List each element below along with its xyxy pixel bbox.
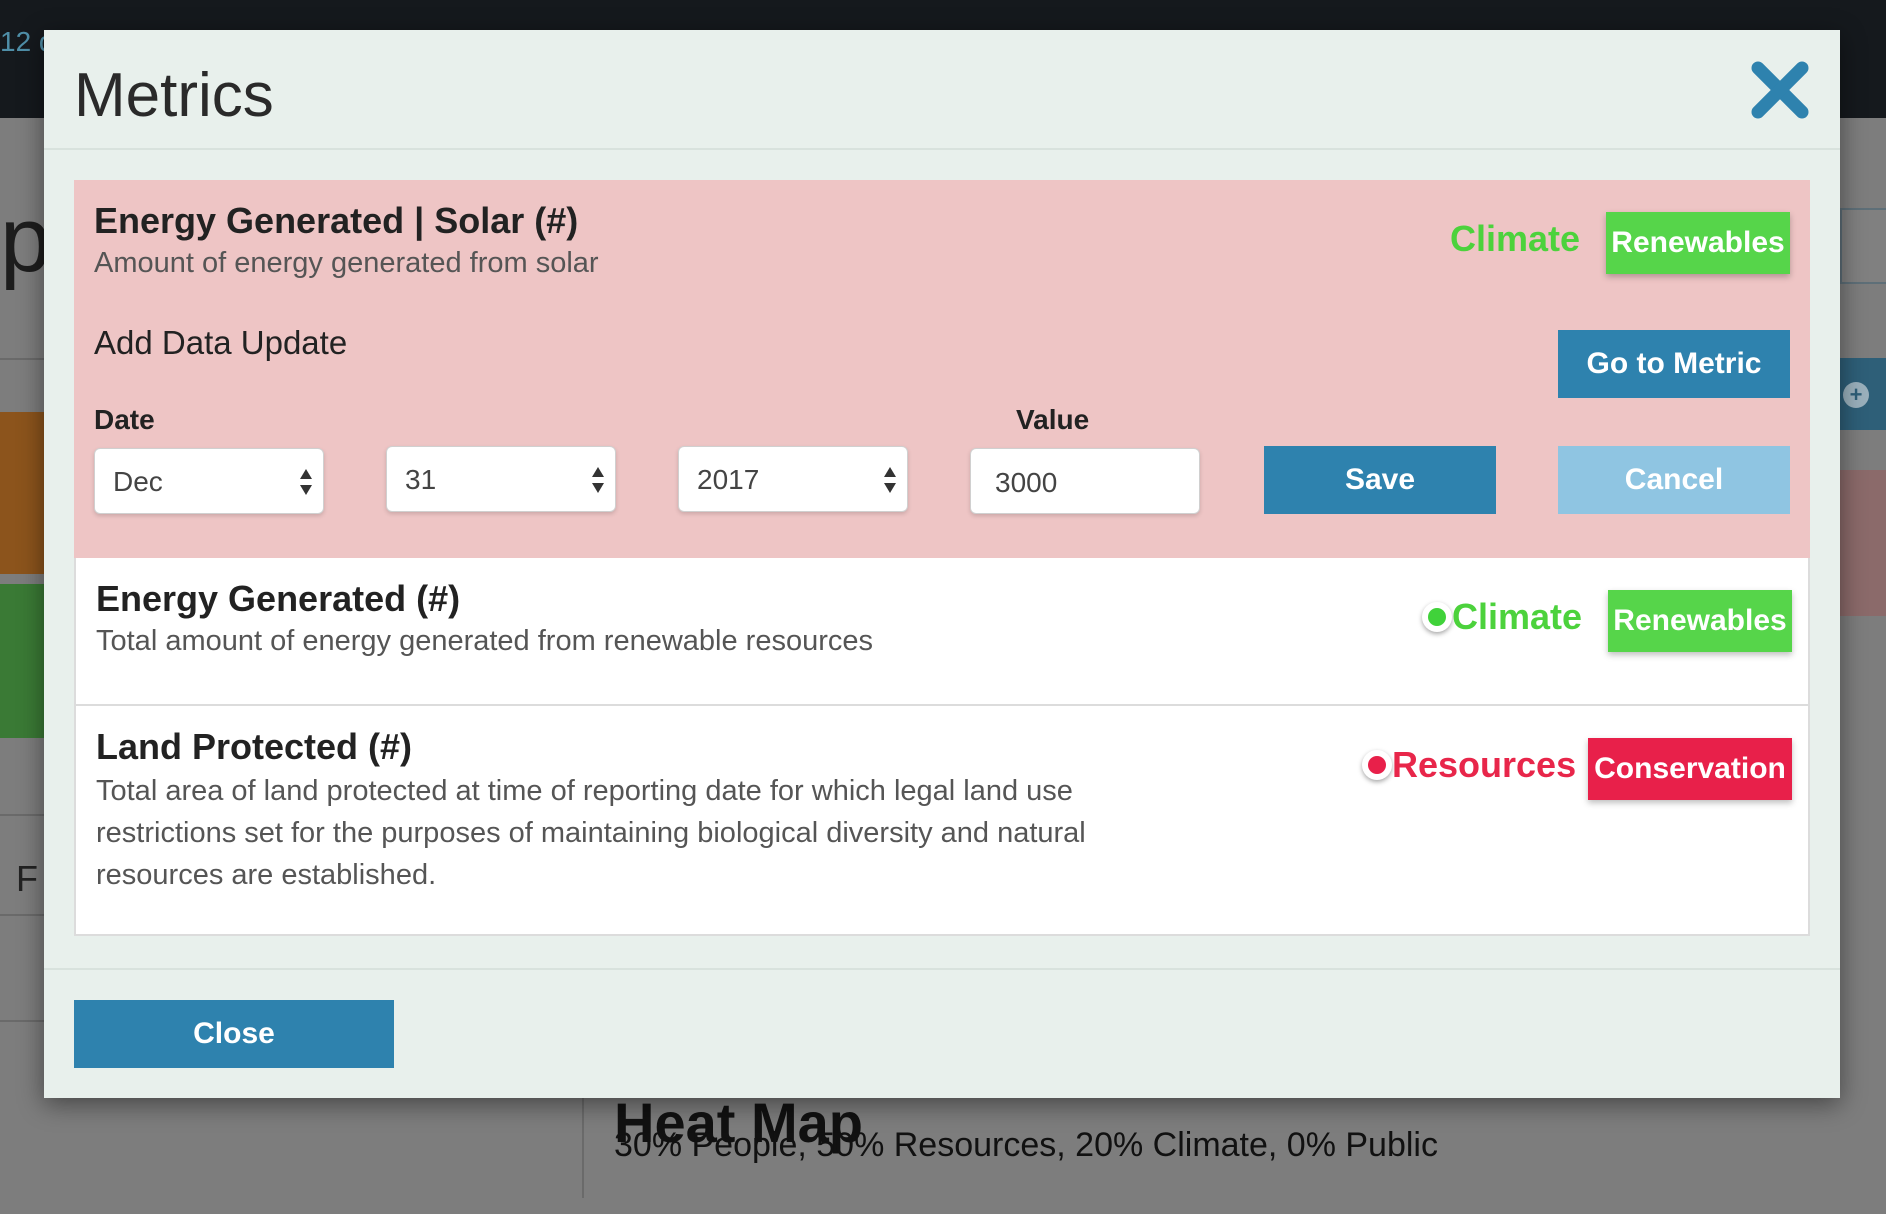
value-input-text: 3000 <box>995 467 1058 498</box>
metric-description: Amount of energy generated from solar <box>94 247 599 279</box>
metric-title: Energy Generated | Solar (#) <box>94 200 579 241</box>
metric-description-line: restrictions set for the purposes of mai… <box>96 817 1086 849</box>
status-dot-icon <box>1422 602 1452 632</box>
month-select-value: Dec <box>113 466 163 497</box>
tag-badge: Renewables <box>1606 212 1790 274</box>
metric-title: Land Protected (#) <box>96 726 413 767</box>
day-select[interactable]: 31 <box>386 446 616 512</box>
value-input[interactable]: 3000 <box>970 448 1200 514</box>
metric-description-line: resources are established. <box>96 859 437 891</box>
category-label: Resources <box>1392 744 1577 785</box>
go-to-metric-button[interactable]: Go to Metric <box>1558 330 1790 398</box>
modal-footer: Close <box>44 968 1840 1098</box>
status-dot-icon <box>1362 750 1392 780</box>
background-text-fragment: F <box>16 858 38 899</box>
add-data-update-heading: Add Data Update <box>94 324 348 361</box>
background-heatmap-summary: 30% People, 50% Resources, 20% Climate, … <box>614 1126 1438 1164</box>
category-label: Climate <box>1452 596 1583 637</box>
plus-icon: + <box>1843 382 1869 408</box>
close-button[interactable]: Close <box>74 1000 394 1068</box>
tag-badge: Conservation <box>1588 738 1792 800</box>
metric-list: Energy Generated | Solar (#) Amount of e… <box>74 180 1810 936</box>
year-select[interactable]: 2017 <box>678 446 908 512</box>
tag-badge: Renewables <box>1608 590 1792 652</box>
metric-item[interactable]: Land Protected (#) Total area of land pr… <box>74 706 1810 936</box>
select-arrows-icon <box>592 467 604 493</box>
background-green-block <box>0 584 44 738</box>
modal-header: Metrics <box>44 30 1840 150</box>
metric-description-line: Total area of land protected at time of … <box>96 775 1073 807</box>
select-arrows-icon <box>884 467 896 493</box>
metric-item[interactable]: Energy Generated (#) Total amount of ene… <box>74 558 1810 706</box>
background-divider <box>0 914 44 916</box>
save-button[interactable]: Save <box>1264 446 1496 514</box>
background-orange-block <box>0 412 44 574</box>
select-arrows-icon <box>300 469 312 495</box>
background-divider <box>0 358 44 360</box>
metric-item-active: Energy Generated | Solar (#) Amount of e… <box>74 180 1810 558</box>
close-icon[interactable] <box>1750 60 1810 120</box>
cancel-button[interactable]: Cancel <box>1558 446 1790 514</box>
value-label: Value <box>1016 404 1090 435</box>
metric-description: Total amount of energy generated from re… <box>96 625 873 657</box>
metrics-modal: Metrics Energy Generated | Solar (#) Amo… <box>44 30 1840 1098</box>
day-select-value: 31 <box>405 464 437 495</box>
category-label: Climate <box>1450 218 1581 259</box>
background-divider <box>0 814 44 816</box>
background-red-block <box>1840 470 1886 616</box>
date-label: Date <box>94 404 155 435</box>
month-select[interactable]: Dec <box>94 448 324 514</box>
background-input-fragment <box>1840 208 1886 284</box>
metric-title: Energy Generated (#) <box>96 578 461 619</box>
year-select-value: 2017 <box>697 464 760 495</box>
background-divider <box>0 1020 44 1022</box>
modal-title: Metrics <box>74 61 274 130</box>
